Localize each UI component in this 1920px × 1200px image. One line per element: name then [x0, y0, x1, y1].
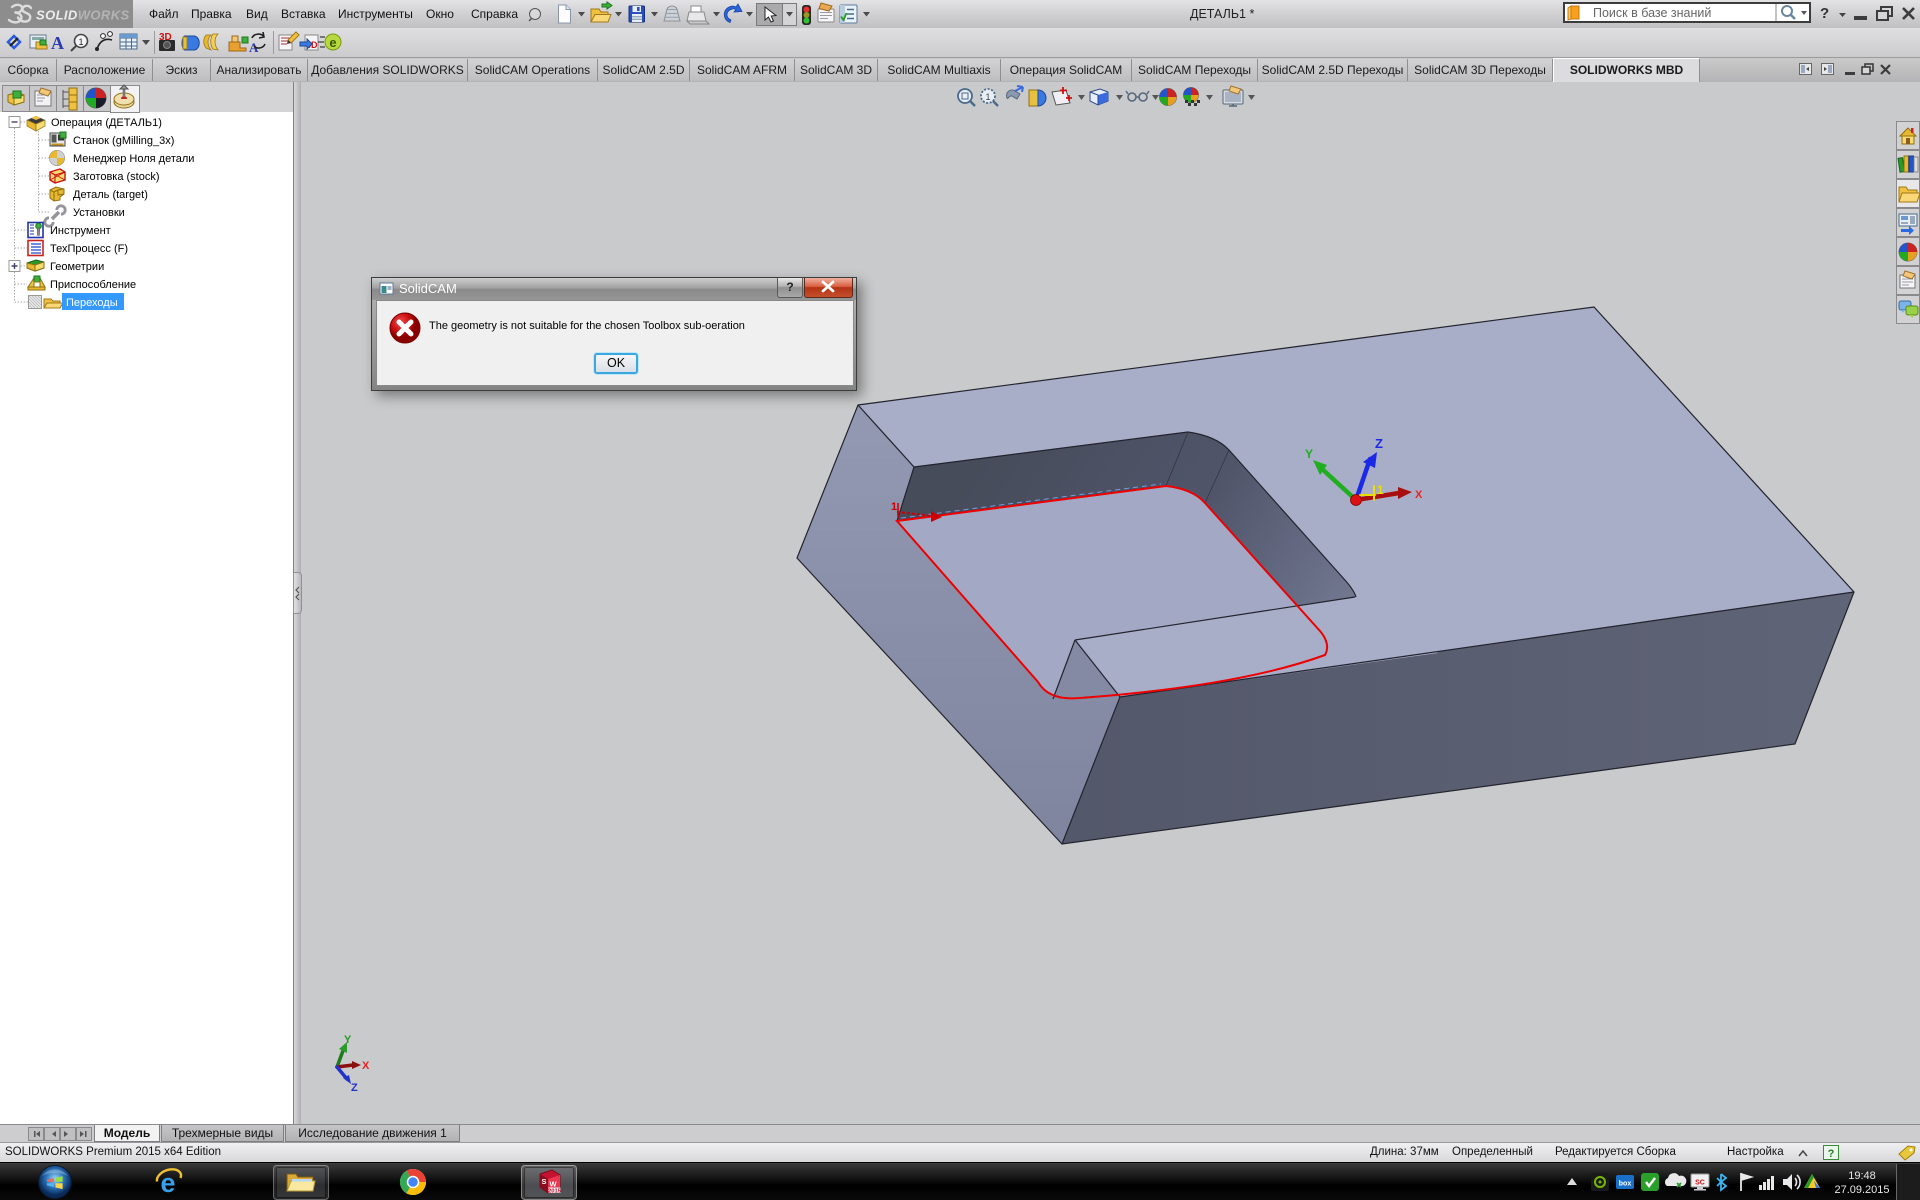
- svg-text:X: X: [1415, 489, 1423, 501]
- svg-text:Менеджер Ноля детали: Менеджер Ноля детали: [73, 153, 194, 165]
- svg-text:3D: 3D: [159, 32, 172, 43]
- svg-text:Приспособление: Приспособление: [50, 279, 136, 291]
- svg-text:Операция (ДЕТАЛЬ1): Операция (ДЕТАЛЬ1): [51, 117, 162, 129]
- svg-text:X: X: [362, 1060, 370, 1072]
- svg-text:1: 1: [985, 92, 990, 102]
- svg-text:Заготовка (stock): Заготовка (stock): [73, 171, 160, 183]
- svg-text:Y: Y: [344, 1034, 352, 1046]
- svg-text:Инструмент: Инструмент: [50, 225, 111, 237]
- svg-text:Переходы: Переходы: [66, 297, 118, 309]
- svg-text:Z: Z: [351, 1082, 358, 1094]
- svg-text:1: 1: [78, 37, 83, 47]
- svg-text:1: 1: [1377, 483, 1384, 497]
- svg-text:SOLIDWORKS: SOLIDWORKS: [36, 8, 130, 23]
- svg-text:SC: SC: [1695, 1180, 1705, 1187]
- svg-text:Геометрии: Геометрии: [50, 261, 104, 273]
- svg-text:Станок (gMilling_3x): Станок (gMilling_3x): [73, 135, 174, 147]
- svg-text:e: e: [329, 35, 336, 50]
- svg-text:2015: 2015: [548, 1188, 562, 1194]
- svg-text:Установки: Установки: [73, 207, 125, 219]
- svg-text:?: ?: [1828, 1148, 1835, 1160]
- svg-text:ТехПроцесс (F): ТехПроцесс (F): [50, 243, 128, 255]
- svg-text:S: S: [542, 1177, 547, 1186]
- svg-text:1: 1: [891, 501, 897, 513]
- svg-text:A: A: [51, 33, 64, 53]
- svg-text:Z: Z: [1375, 436, 1383, 451]
- svg-text:Деталь (target): Деталь (target): [73, 189, 148, 201]
- svg-text:box: box: [1619, 1181, 1632, 1188]
- svg-text:Y: Y: [1305, 447, 1313, 461]
- svg-text:W: W: [550, 1180, 558, 1189]
